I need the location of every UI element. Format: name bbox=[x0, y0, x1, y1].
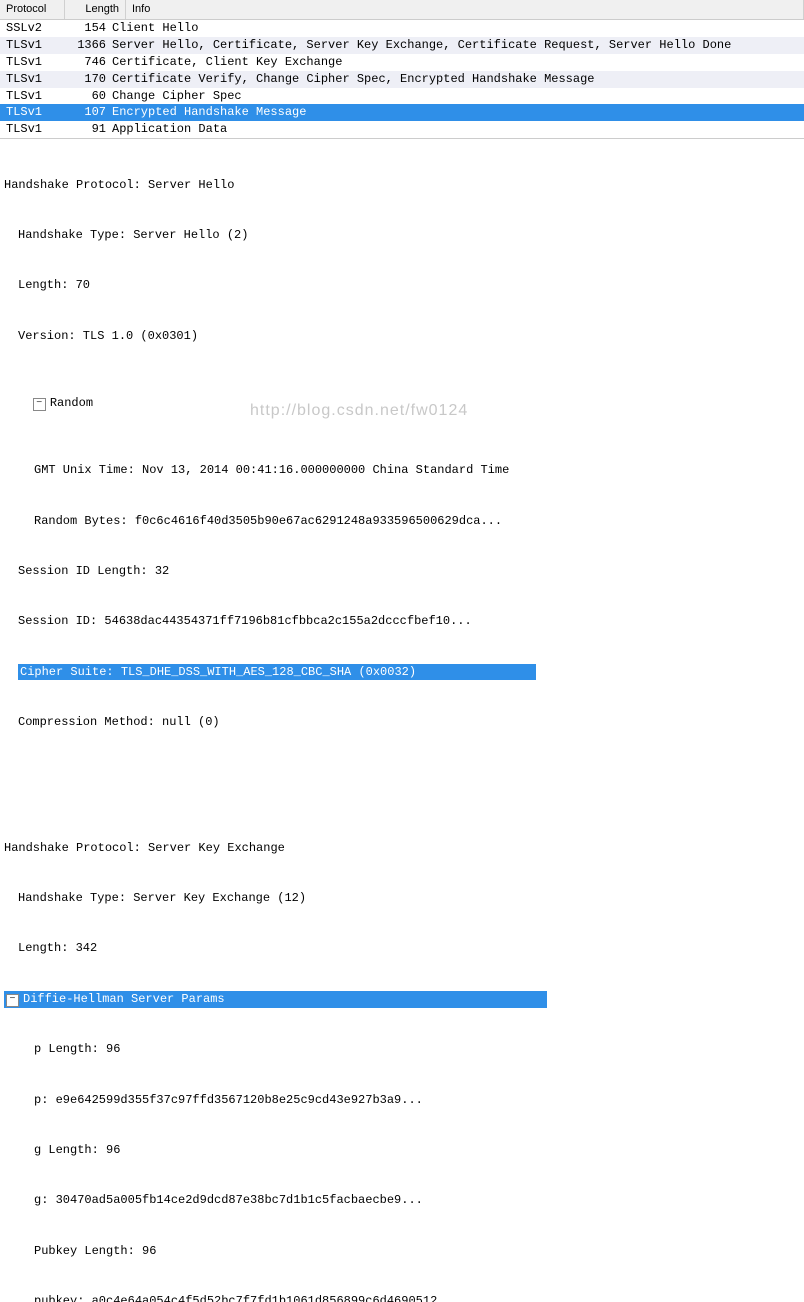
col-header-length[interactable]: Length bbox=[65, 0, 126, 19]
packet-details-pane: Handshake Protocol: Server Hello Handsha… bbox=[0, 139, 804, 1302]
packet-info: Certificate Verify, Change Cipher Spec, … bbox=[110, 71, 804, 88]
packet-length: 170 bbox=[58, 71, 110, 88]
server-hello-length[interactable]: Length: 70 bbox=[0, 277, 804, 294]
packet-protocol: SSLv2 bbox=[0, 20, 58, 37]
packet-length: 91 bbox=[58, 121, 110, 138]
compression-method[interactable]: Compression Method: null (0) bbox=[0, 714, 804, 731]
server-hello-type[interactable]: Handshake Type: Server Hello (2) bbox=[0, 227, 804, 244]
session-id-length[interactable]: Session ID Length: 32 bbox=[0, 563, 804, 580]
col-header-protocol[interactable]: Protocol bbox=[0, 0, 65, 19]
packet-protocol: TLSv1 bbox=[0, 37, 58, 54]
packet-length: 154 bbox=[58, 20, 110, 37]
packet-protocol: TLSv1 bbox=[0, 88, 58, 105]
packet-protocol: TLSv1 bbox=[0, 121, 58, 138]
collapse-icon[interactable]: − bbox=[33, 398, 46, 411]
packet-protocol: TLSv1 bbox=[0, 104, 58, 121]
packet-length: 1366 bbox=[58, 37, 110, 54]
packet-length: 60 bbox=[58, 88, 110, 105]
ske-type[interactable]: Handshake Type: Server Key Exchange (12) bbox=[0, 890, 804, 907]
g-value[interactable]: g: 30470ad5a005fb14ce2d9dcd87e38bc7d1b1c… bbox=[0, 1192, 804, 1209]
packet-row[interactable]: TLSv160Change Cipher Spec bbox=[0, 88, 804, 105]
packet-row[interactable]: TLSv191Application Data bbox=[0, 121, 804, 138]
packet-info: Server Hello, Certificate, Server Key Ex… bbox=[110, 37, 804, 54]
random-bytes[interactable]: Random Bytes: f0c6c4616f40d3505b90e67ac6… bbox=[0, 513, 804, 530]
packet-info: Change Cipher Spec bbox=[110, 88, 804, 105]
packet-row[interactable]: TLSv1170Certificate Verify, Change Ciphe… bbox=[0, 71, 804, 88]
packet-info: Application Data bbox=[110, 121, 804, 138]
packet-row[interactable]: TLSv1107Encrypted Handshake Message bbox=[0, 104, 804, 121]
pubkey-length[interactable]: Pubkey Length: 96 bbox=[0, 1243, 804, 1260]
packet-info: Encrypted Handshake Message bbox=[110, 104, 804, 121]
packet-info: Client Hello bbox=[110, 20, 804, 37]
packet-info: Certificate, Client Key Exchange bbox=[110, 54, 804, 71]
random-label[interactable]: Random bbox=[50, 396, 93, 410]
packet-protocol: TLSv1 bbox=[0, 71, 58, 88]
ske-length[interactable]: Length: 342 bbox=[0, 940, 804, 957]
pubkey-value[interactable]: pubkey: a0c4e64a054c4f5d52bc7f7fd1b1061d… bbox=[0, 1293, 804, 1302]
g-length[interactable]: g Length: 96 bbox=[0, 1142, 804, 1159]
col-header-info[interactable]: Info bbox=[126, 0, 804, 19]
gmt-unix-time[interactable]: GMT Unix Time: Nov 13, 2014 00:41:16.000… bbox=[0, 462, 804, 479]
packet-length: 107 bbox=[58, 104, 110, 121]
packet-length: 746 bbox=[58, 54, 110, 71]
server-key-exchange-title[interactable]: Handshake Protocol: Server Key Exchange bbox=[0, 840, 804, 857]
server-hello-version[interactable]: Version: TLS 1.0 (0x0301) bbox=[0, 328, 804, 345]
session-id[interactable]: Session ID: 54638dac44354371ff7196b81cfb… bbox=[0, 613, 804, 630]
packet-row[interactable]: TLSv1746Certificate, Client Key Exchange bbox=[0, 54, 804, 71]
dh-server-params-label[interactable]: Diffie-Hellman Server Params bbox=[23, 992, 545, 1006]
packet-list-header: Protocol Length Info bbox=[0, 0, 804, 20]
cipher-suite[interactable]: Cipher Suite: TLS_DHE_DSS_WITH_AES_128_C… bbox=[18, 664, 536, 681]
server-hello-title[interactable]: Handshake Protocol: Server Hello bbox=[0, 177, 804, 194]
packet-list: Protocol Length Info SSLv2154Client Hell… bbox=[0, 0, 804, 139]
packet-protocol: TLSv1 bbox=[0, 54, 58, 71]
packet-row[interactable]: TLSv11366Server Hello, Certificate, Serv… bbox=[0, 37, 804, 54]
collapse-icon[interactable]: − bbox=[6, 994, 19, 1007]
p-length[interactable]: p Length: 96 bbox=[0, 1041, 804, 1058]
p-value[interactable]: p: e9e642599d355f37c97ffd3567120b8e25c9c… bbox=[0, 1092, 804, 1109]
packet-row[interactable]: SSLv2154Client Hello bbox=[0, 20, 804, 37]
